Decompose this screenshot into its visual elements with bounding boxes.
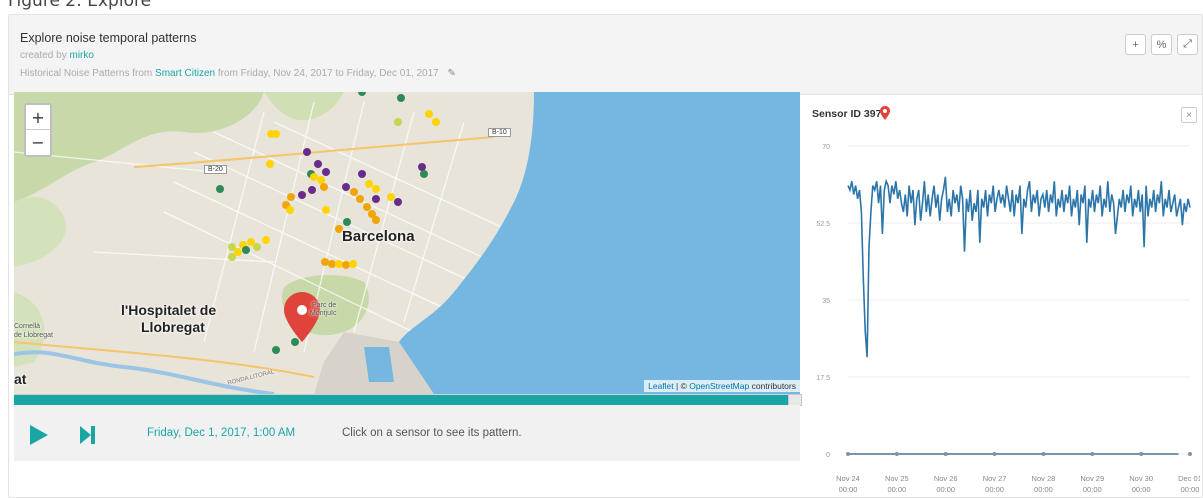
x-tick-time: 00:00	[887, 485, 906, 494]
zoom-out-button[interactable]: −	[26, 130, 50, 155]
current-time: Friday, Dec 1, 2017, 1:00 AM	[147, 427, 296, 439]
x-tick-dot	[1139, 452, 1144, 456]
subtitle-suffix: from Friday, Nov 24, 2017 to Friday, Dec…	[217, 68, 439, 79]
label-hospitalet-1: l'Hospitalet de	[121, 302, 217, 318]
add-button[interactable]: +	[1125, 34, 1146, 55]
y-tick-label: 35	[822, 298, 830, 305]
x-tick-time: 00:00	[985, 485, 1004, 494]
x-tick-time: 00:00	[1083, 485, 1102, 494]
link-button[interactable]: %	[1151, 34, 1172, 55]
page-title: Explore noise temporal patterns	[20, 31, 197, 45]
road-badge-b10: B-10	[488, 128, 511, 137]
figure-caption-fragment: Figure 2: Explore	[0, 0, 1203, 14]
attribution-suffix: contributors	[749, 381, 796, 391]
play-icon[interactable]	[28, 423, 50, 447]
expand-button[interactable]: ⤢	[1177, 34, 1198, 55]
x-tick-time: 00:00	[1181, 485, 1200, 494]
close-sensor-button[interactable]: ×	[1181, 107, 1197, 123]
y-tick-label: 52.5	[816, 221, 830, 228]
osm-link[interactable]: OpenStreetMap	[689, 381, 749, 391]
x-tick-date: Nov 30	[1129, 474, 1153, 483]
label-barcelona: Barcelona	[342, 228, 415, 245]
sensor-pin-icon	[880, 106, 890, 120]
x-tick-time: 00:00	[936, 485, 955, 494]
attribution-sep: | ©	[673, 381, 690, 391]
created-by-prefix: created by	[20, 50, 67, 61]
x-tick-dot	[1090, 452, 1095, 456]
y-tick-label: 0	[826, 452, 830, 459]
step-forward-icon[interactable]	[78, 424, 98, 446]
panel-header: Explore noise temporal patterns created …	[9, 15, 1202, 95]
x-tick-time: 00:00	[1132, 485, 1151, 494]
header-buttons: + % ⤢	[1125, 34, 1198, 55]
x-tick-time: 00:00	[1034, 485, 1053, 494]
x-tick-date: Nov 26	[934, 474, 958, 483]
label-cornella-1: Cornellà	[14, 323, 41, 330]
zoom-control: + −	[24, 103, 52, 157]
sensor-chart: 70 52.5 35 17.5 0 Nov 24 00:00 Nov 25 00:00 Nov 2…	[816, 144, 1200, 494]
label-parc-1: Parc de	[312, 302, 337, 309]
subtitle: Historical Noise Patterns from Smart Cit…	[20, 68, 456, 79]
port-basin	[364, 347, 394, 382]
x-tick-date: Nov 24	[836, 474, 860, 483]
edit-pencil-icon[interactable]: ✎	[447, 68, 455, 79]
x-tick-dot	[1041, 452, 1046, 456]
series-line	[847, 176, 1191, 358]
label-hospitalet-2: Llobregat	[141, 319, 205, 335]
leaflet-link[interactable]: Leaflet	[648, 381, 674, 391]
timeline-slider[interactable]	[14, 394, 802, 406]
x-tick-dot	[846, 452, 850, 456]
x-tick-dot	[1188, 452, 1192, 456]
x-tick-date: Dec 01	[1178, 474, 1200, 483]
x-tick-date: Nov 27	[983, 474, 1007, 483]
x-tick-dot	[943, 452, 948, 456]
subtitle-prefix: Historical Noise Patterns from	[20, 68, 153, 79]
y-tick-label: 70	[822, 144, 830, 151]
sensor-hint: Click on a sensor to see its pattern.	[342, 427, 522, 439]
figure-caption-text: Figure 2: Explore	[8, 0, 152, 11]
label-at: at	[14, 371, 27, 387]
map-view[interactable]: + − B-10 B-20 Barcelona l'Hospitalet de …	[14, 92, 800, 394]
x-tick-date: Nov 29	[1080, 474, 1104, 483]
x-tick-date: Nov 25	[885, 474, 909, 483]
player-controls: Friday, Dec 1, 2017, 1:00 AM Click on a …	[14, 405, 800, 461]
sensor-title: Sensor ID 3977	[812, 108, 888, 120]
label-cornella-2: de Llobregat	[14, 332, 53, 339]
created-by: created by mirko	[20, 50, 94, 61]
x-tick-date: Nov 28	[1032, 474, 1056, 483]
x-tick-dot	[894, 452, 899, 456]
creator-link[interactable]: mirko	[69, 50, 93, 61]
map-attribution: Leaflet | © OpenStreetMap contributors	[644, 380, 800, 392]
x-tick-time: 00:00	[839, 485, 858, 494]
smart-citizen-link[interactable]: Smart Citizen	[155, 68, 215, 79]
zoom-in-button[interactable]: +	[26, 105, 50, 130]
road-badge-b20: B-20	[204, 165, 227, 174]
x-tick-dot	[992, 452, 997, 456]
y-tick-label: 17.5	[816, 375, 830, 382]
label-parc-2: Montjuïc	[310, 310, 337, 317]
